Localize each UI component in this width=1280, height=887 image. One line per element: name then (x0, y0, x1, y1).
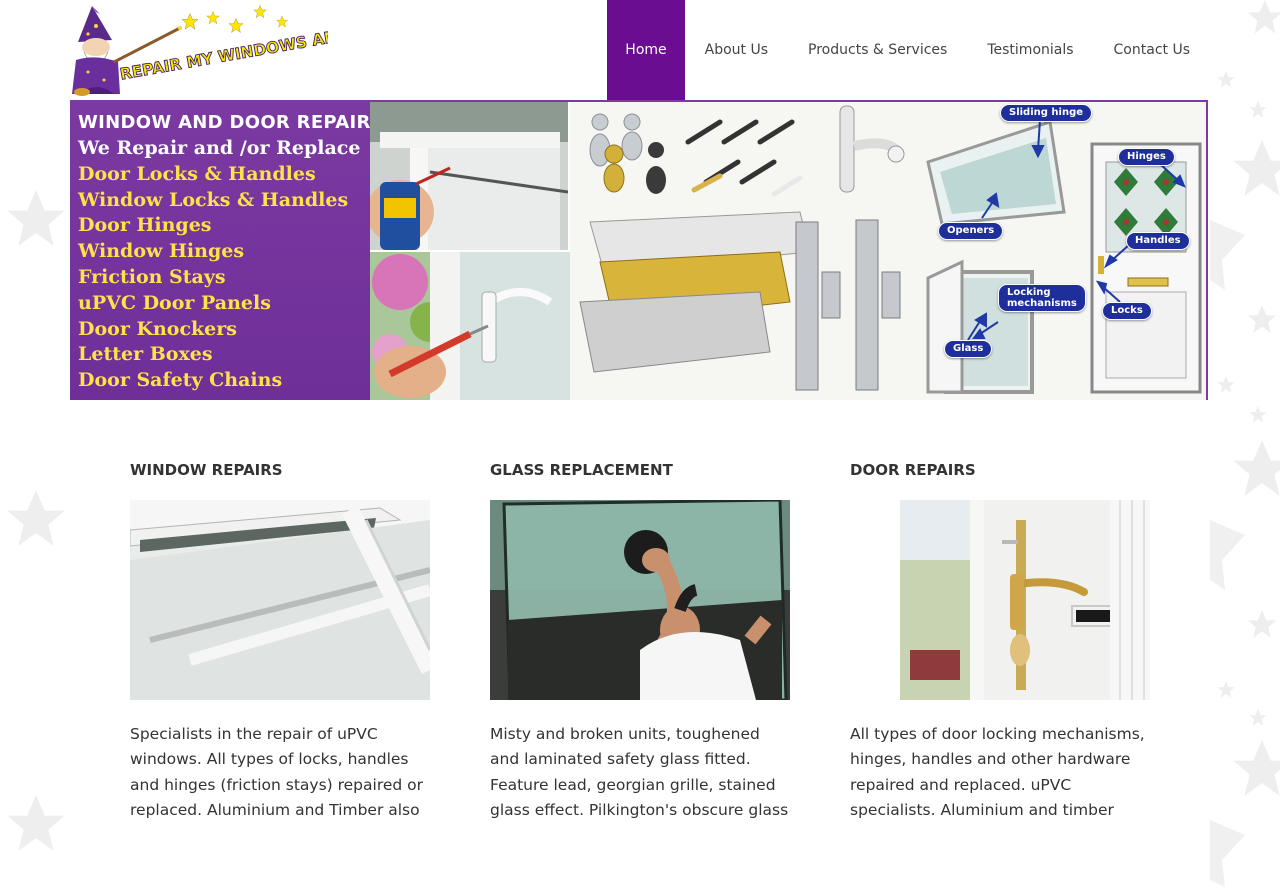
service-description: Misty and broken units, toughened and la… (490, 725, 789, 819)
callout-hinges: Hinges (1118, 148, 1175, 166)
glass-replacement-photo (490, 500, 790, 700)
banner-list-item: Door Knockers (78, 317, 237, 340)
service-glass-replacement: GLASS REPLACEMENT Misty and broken units… (490, 460, 790, 819)
nav-about-us[interactable]: About Us (685, 0, 788, 100)
photo-window-lubrication (370, 102, 568, 250)
banner-list-item: uPVC Door Panels (78, 291, 271, 314)
logo-wordmark: REPAIR MY WINDOWS AND DOORS (119, 14, 328, 84)
banner-list-item: Door Hinges (78, 214, 212, 237)
site-logo[interactable]: REPAIR MY WINDOWS AND DOORS (70, 2, 328, 98)
service-window-repairs: WINDOW REPAIRS Specialists in the repair… (130, 460, 430, 819)
banner-list-item: Door Safety Chains (78, 369, 283, 392)
nav-contact-us[interactable]: Contact Us (1094, 0, 1210, 100)
banner-list-item: Door Locks & Handles (78, 162, 316, 185)
nav-products-services[interactable]: Products & Services (788, 0, 967, 100)
banner-list-item: Friction Stays (78, 265, 226, 288)
service-door-repairs: DOOR REPAIRS All types of door locking m… (850, 460, 1150, 819)
main-nav: Home About Us Products & Services Testim… (607, 0, 1210, 100)
callout-sliding-hinge: Sliding hinge (1000, 104, 1093, 122)
window-repairs-photo (130, 500, 430, 700)
banner-list-item: Letter Boxes (78, 343, 213, 366)
banner-list-item: Window Locks & Handles (78, 188, 349, 211)
banner-heading: WINDOW AND DOOR REPAIRS (78, 112, 384, 133)
site-header: REPAIR MY WINDOWS AND DOORS Home About U… (70, 0, 1210, 100)
nav-home[interactable]: Home (607, 0, 685, 100)
callout-glass: Glass (944, 340, 993, 358)
callout-locks: Locks (1102, 302, 1152, 320)
service-description: Specialists in the repair of uPVC window… (130, 725, 424, 819)
callout-locking-mechanisms: Locking mechanisms (998, 284, 1086, 312)
banner-services-list: WINDOW AND DOOR REPAIRS We Repair and /o… (70, 102, 384, 400)
door-repairs-photo (850, 500, 1150, 700)
service-description: All types of door locking mechanisms, hi… (850, 725, 1145, 819)
callout-handles: Handles (1126, 232, 1190, 250)
service-title: GLASS REPLACEMENT (490, 461, 673, 479)
photo-window-handle-repair (370, 252, 570, 400)
hardware-catalog-image (570, 102, 1206, 400)
page-container: REPAIR MY WINDOWS AND DOORS Home About U… (70, 0, 1210, 887)
callout-locking-line1: Locking (1007, 287, 1051, 298)
callout-openers: Openers (938, 222, 1004, 240)
hero-banner: WINDOW AND DOOR REPAIRS We Repair and /o… (70, 100, 1208, 400)
nav-testimonials[interactable]: Testimonials (967, 0, 1093, 100)
service-title: DOOR REPAIRS (850, 461, 976, 479)
callout-locking-line2: mechanisms (1007, 298, 1077, 309)
banner-list-item: Window Hinges (78, 240, 245, 263)
banner-subheading: We Repair and /or Replace (78, 137, 361, 159)
service-title: WINDOW REPAIRS (130, 461, 283, 479)
